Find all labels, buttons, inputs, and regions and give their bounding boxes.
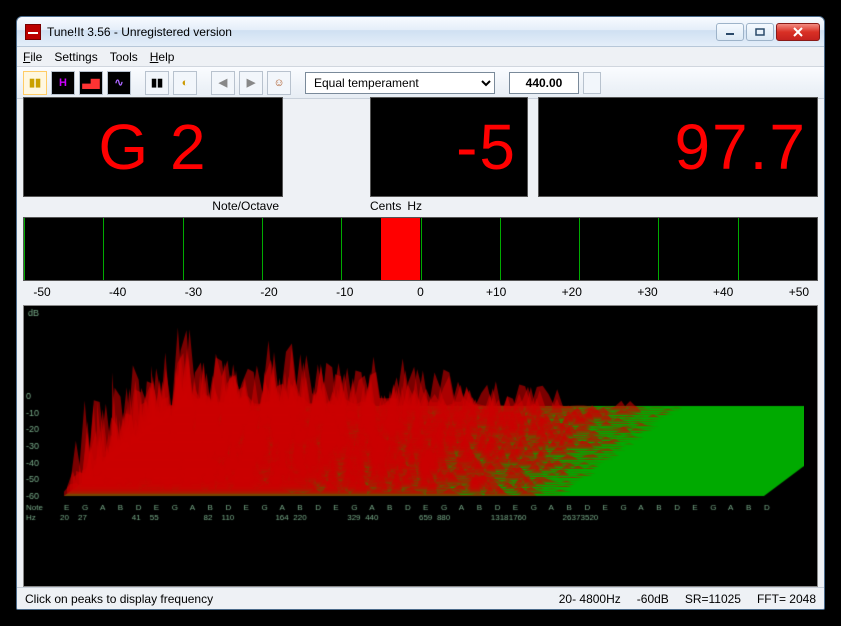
- minimize-button[interactable]: [716, 23, 744, 41]
- meter-tick-label: +30: [631, 285, 665, 299]
- meter-gridline: [341, 218, 342, 280]
- titlebar[interactable]: Tune!It 3.56 - Unregistered version: [17, 17, 824, 47]
- meter-display: [23, 217, 818, 281]
- menubar: File Settings Tools Help: [17, 47, 824, 67]
- statusbar: Click on peaks to display frequency 20- …: [17, 587, 824, 609]
- deviation-meter: -50 -40 -30 -20 -10 0 +10 +20 +30 +40 +50: [23, 217, 818, 301]
- meter-tick-label: -30: [176, 285, 210, 299]
- window-title: Tune!It 3.56 - Unregistered version: [47, 25, 232, 39]
- status-sr: SR=11025: [685, 592, 741, 606]
- meter-gridline: [500, 218, 501, 280]
- menu-file[interactable]: File: [23, 50, 42, 64]
- view-histogram-button[interactable]: H: [51, 71, 75, 95]
- next-button[interactable]: ▶: [239, 71, 263, 95]
- hz-spacer: [811, 199, 818, 213]
- meter-tick-label: -50: [25, 285, 59, 299]
- content-area: G 2 Note/Octave -5 Cents Hz 97.7 -50-40-…: [17, 99, 824, 587]
- meter-tick-label: +50: [782, 285, 816, 299]
- meter-tick-label: +40: [706, 285, 740, 299]
- listen-button[interactable]: ◐: [173, 71, 197, 95]
- status-db: -60dB: [637, 592, 669, 606]
- maximize-icon: [755, 28, 765, 36]
- hz-label: Hz: [407, 199, 422, 213]
- a4-aux-button[interactable]: [583, 72, 601, 94]
- meter-gridline: [817, 218, 818, 280]
- meter-gridline: [738, 218, 739, 280]
- menu-help[interactable]: Help: [150, 50, 175, 64]
- menu-tools[interactable]: Tools: [110, 50, 138, 64]
- meter-gridline: [579, 218, 580, 280]
- meter-gridline: [658, 218, 659, 280]
- minimize-icon: [725, 28, 735, 36]
- app-window: Tune!It 3.56 - Unregistered version File…: [16, 16, 825, 610]
- meter-tick-label: -20: [252, 285, 286, 299]
- status-hint: Click on peaks to display frequency: [25, 592, 213, 606]
- meter-tick-label: -10: [328, 285, 362, 299]
- cents-label: Cents: [370, 199, 401, 213]
- view-waveform-button[interactable]: ∿: [107, 71, 131, 95]
- meter-bar: [381, 218, 421, 280]
- meter-gridline: [103, 218, 104, 280]
- readout-row: G 2 Note/Octave -5 Cents Hz 97.7: [23, 103, 818, 213]
- tuner-head-button[interactable]: ☺: [267, 71, 291, 95]
- a4-frequency-input[interactable]: [509, 72, 579, 94]
- pause-button[interactable]: ▮▮: [145, 71, 169, 95]
- view-waterfall-button[interactable]: ▃▆: [79, 71, 103, 95]
- meter-gridline: [262, 218, 263, 280]
- meter-tick-label: +20: [555, 285, 589, 299]
- note-label: Note/Octave: [212, 199, 283, 213]
- status-range: 20- 4800Hz: [559, 592, 621, 606]
- meter-tick-label: 0: [403, 285, 437, 299]
- status-fft: FFT= 2048: [757, 592, 816, 606]
- menu-settings[interactable]: Settings: [54, 50, 97, 64]
- meter-scale: -50 -40 -30 -20 -10 0 +10 +20 +30 +40 +50: [23, 285, 818, 299]
- view-spectrum-button[interactable]: ▮▮: [23, 71, 47, 95]
- close-icon: [792, 27, 804, 37]
- prev-button[interactable]: ◀: [211, 71, 235, 95]
- hz-display: 97.7: [538, 97, 818, 197]
- note-display: G 2: [23, 97, 283, 197]
- temperament-select[interactable]: Equal temperament: [305, 72, 495, 94]
- meter-tick-label: -40: [101, 285, 135, 299]
- spectrum-display[interactable]: [23, 305, 818, 587]
- close-button[interactable]: [776, 23, 820, 41]
- window-controls: [716, 23, 820, 41]
- toolbar: ▮▮ H ▃▆ ∿ ▮▮ ◐ ◀ ▶ ☺ Equal temperament: [17, 67, 824, 99]
- app-icon: [25, 24, 41, 40]
- meter-gridline: [421, 218, 422, 280]
- cents-display: -5: [370, 97, 528, 197]
- meter-tick-label: +10: [479, 285, 513, 299]
- meter-gridline: [24, 218, 25, 280]
- maximize-button[interactable]: [746, 23, 774, 41]
- meter-gridline: [183, 218, 184, 280]
